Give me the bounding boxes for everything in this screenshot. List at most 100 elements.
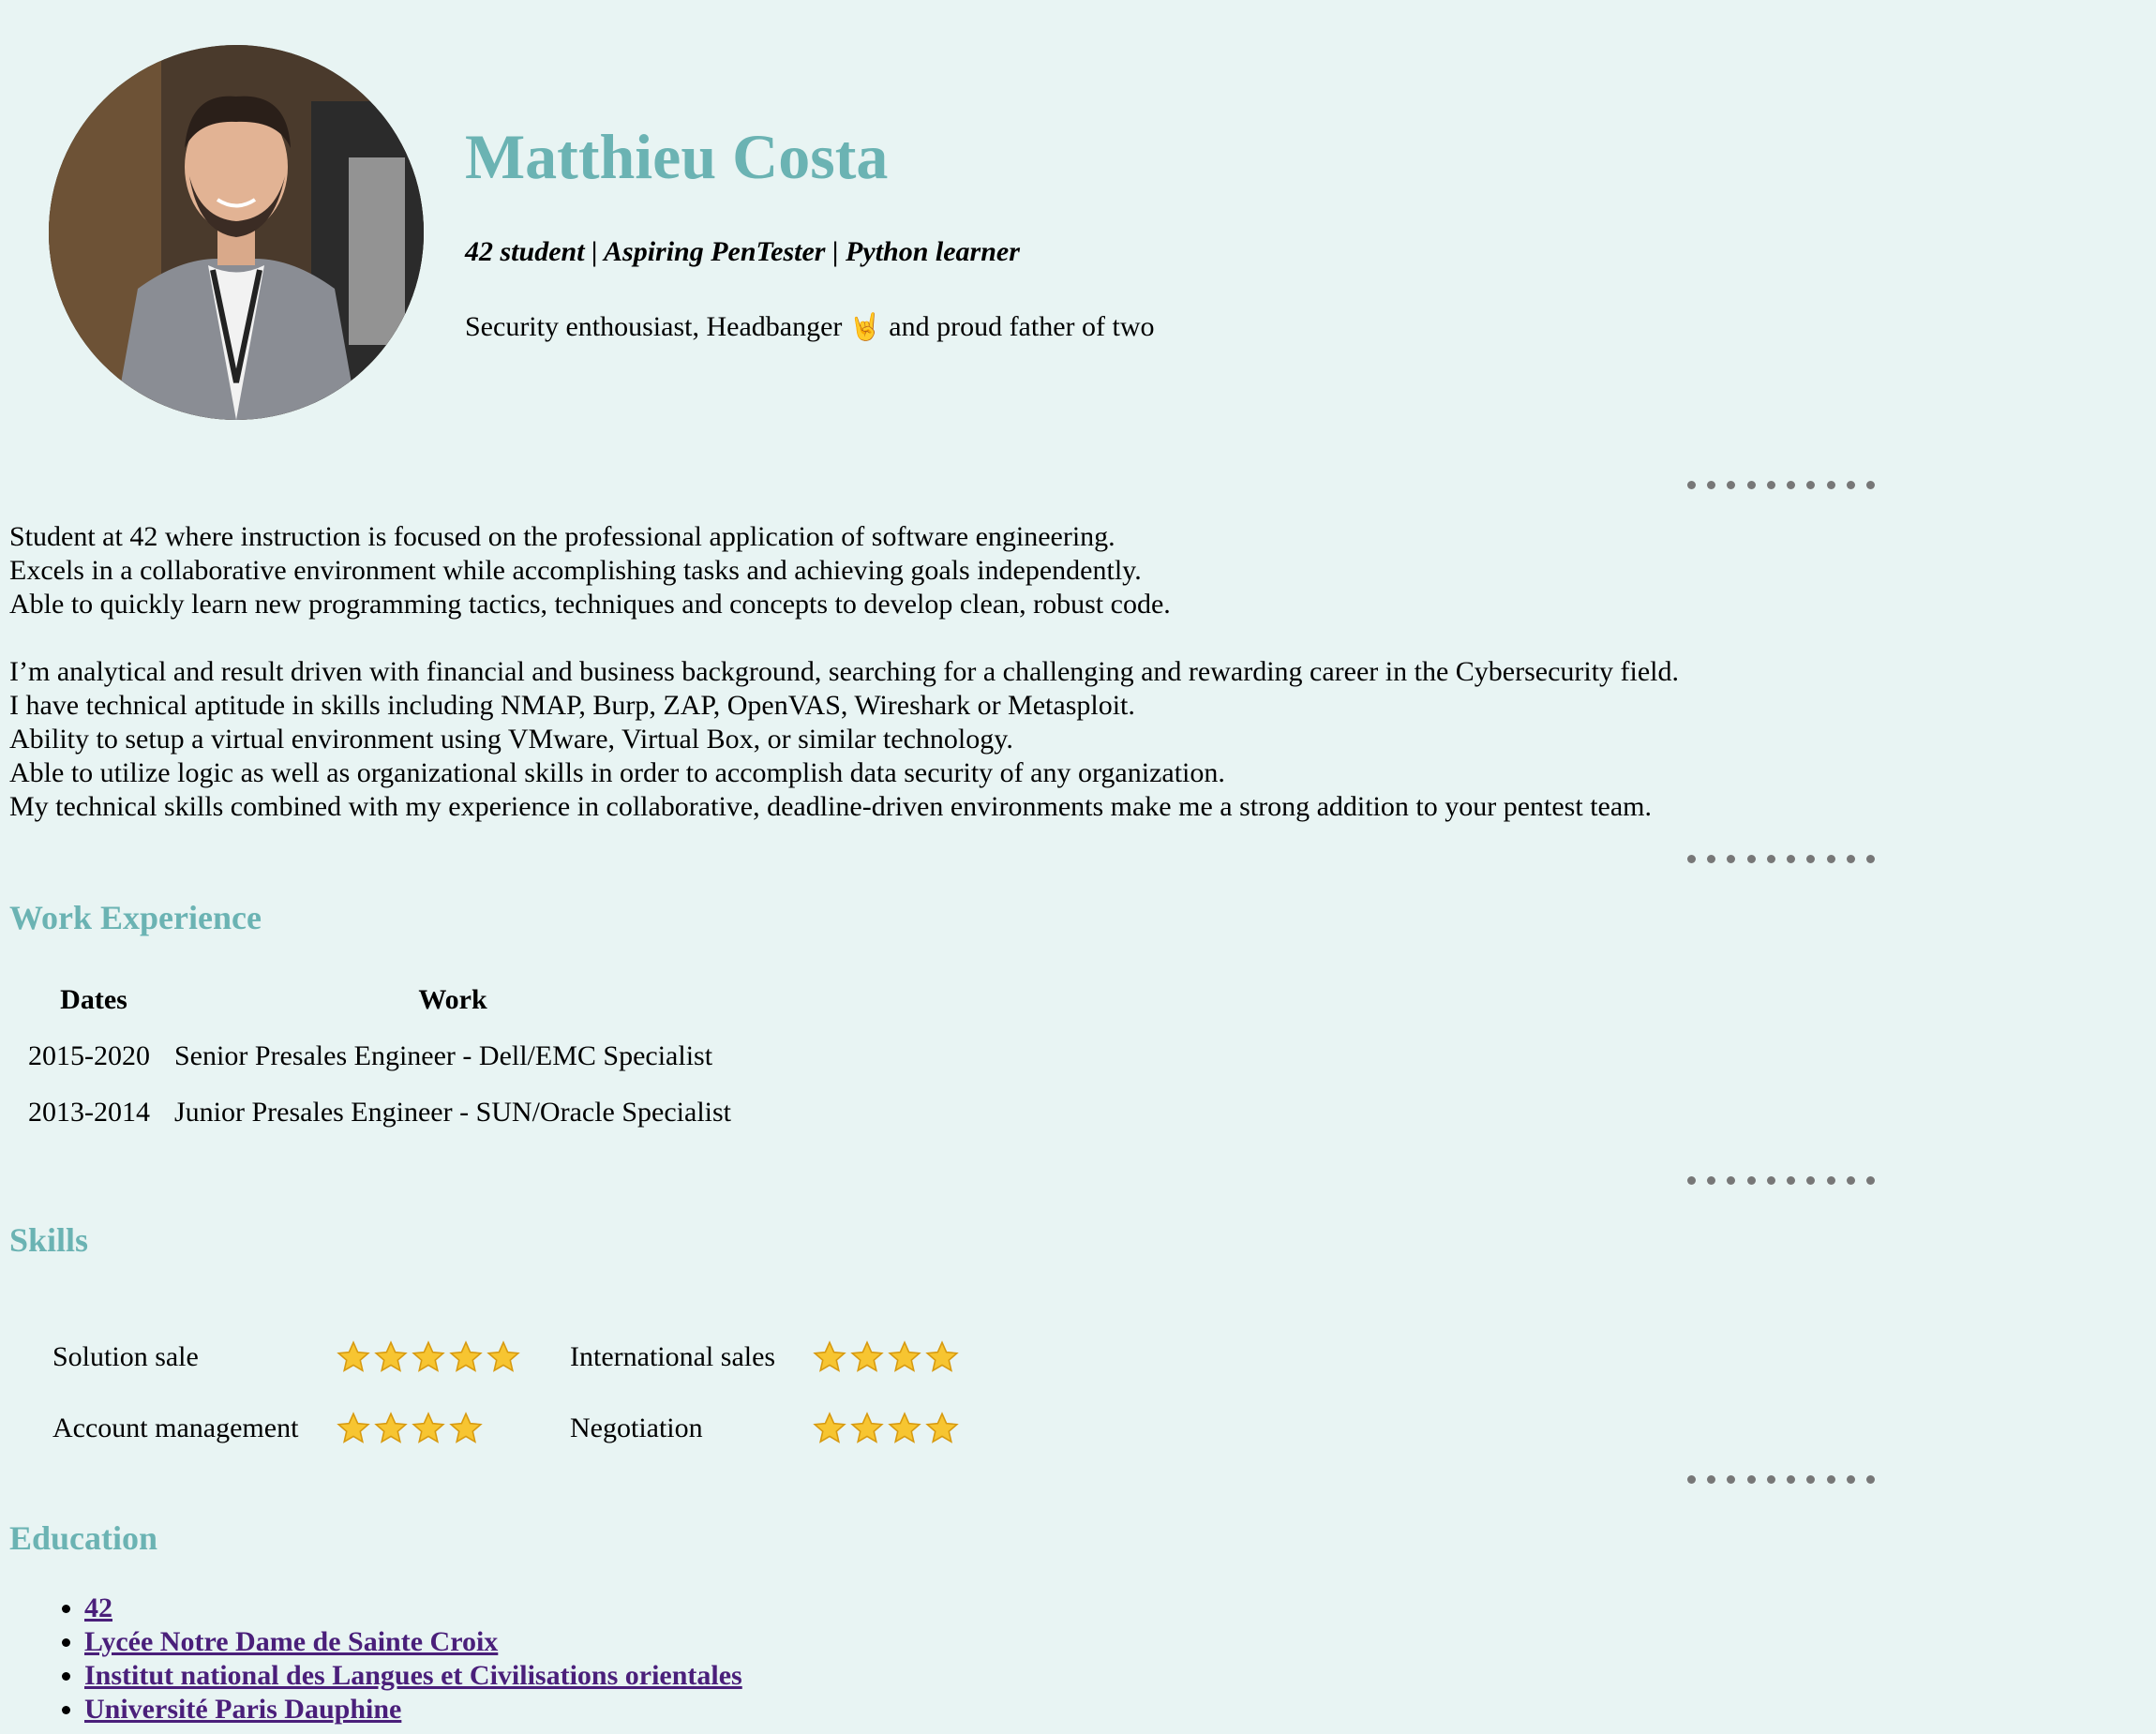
list-item: Institut national des Langues et Civilis…: [84, 1659, 742, 1693]
profile-tagline: 42 student | Aspiring PenTester | Python…: [465, 235, 1020, 267]
table-header-row: Dates Work: [19, 984, 737, 1033]
separator-dot: [1727, 481, 1736, 489]
star-icon: [337, 1412, 370, 1443]
about-line: My technical skills combined with my exp…: [9, 791, 1652, 822]
work-role: Junior Presales Engineer - SUN/Oracle Sp…: [174, 1097, 732, 1128]
separator-dot: [1846, 481, 1855, 489]
separator-dot: [1707, 855, 1716, 863]
about-paragraph-1: Student at 42 where instruction is focus…: [9, 520, 1171, 621]
education-heading: Education: [9, 1519, 158, 1557]
separator-dot: [1865, 1176, 1875, 1185]
about-line: I’m analytical and result driven with fi…: [9, 656, 1680, 687]
list-item: Lycée Notre Dame de Sainte Croix: [84, 1625, 742, 1659]
separator-dot: [1826, 1475, 1835, 1484]
about-line: I have technical aptitude in skills incl…: [9, 690, 1135, 721]
separator-dot: [1826, 1176, 1835, 1185]
star-icon: [925, 1340, 959, 1372]
education-link-dauphine[interactable]: Université Paris Dauphine: [84, 1694, 401, 1725]
star-icon: [850, 1340, 884, 1372]
about-line: Able to quickly learn new programming ta…: [9, 589, 1171, 620]
separator-dot: [1687, 481, 1696, 489]
list-item: 42: [84, 1592, 742, 1625]
skill-name: Negotiation: [570, 1413, 703, 1443]
separator-dot: [1865, 481, 1875, 489]
separator-dot: [1707, 1176, 1716, 1185]
star-icon: [374, 1412, 408, 1443]
separator-dot: [1766, 481, 1775, 489]
star-icon: [337, 1340, 370, 1372]
separator-dot: [1766, 1176, 1775, 1185]
star-icon: [925, 1412, 959, 1443]
skill-name: International sales: [570, 1341, 776, 1372]
separator-dot: [1865, 1475, 1875, 1484]
work-experience-table: Dates Work 2015-2020 Senior Presales Eng…: [19, 984, 737, 1145]
separator-dot: [1727, 1176, 1736, 1185]
profile-bio-text: Security enthousiast, Headbanger: [465, 310, 843, 342]
profile-photo-illustration: [49, 45, 424, 420]
education-link-lycee[interactable]: Lycée Notre Dame de Sainte Croix: [84, 1626, 498, 1657]
profile-header: Matthieu Costa 42 student | Aspiring Pen…: [465, 122, 1155, 344]
section-separator: [1687, 1475, 1875, 1484]
work-role: Senior Presales Engineer - Dell/EMC Spec…: [174, 1040, 713, 1071]
profile-bio-text-end: and proud father of two: [889, 310, 1155, 342]
star-icon: [813, 1340, 846, 1372]
table-row: 2015-2020 Senior Presales Engineer - Del…: [19, 1033, 737, 1089]
separator-dot: [1787, 1176, 1796, 1185]
separator-dot: [1707, 1475, 1716, 1484]
table-row: 2013-2014 Junior Presales Engineer - SUN…: [19, 1089, 737, 1145]
education-link-inalco[interactable]: Institut national des Langues et Civilis…: [84, 1660, 742, 1691]
separator-dot: [1746, 1176, 1756, 1185]
separator-dot: [1826, 855, 1835, 863]
about-line: Able to utilize logic as well as organiz…: [9, 757, 1225, 788]
education-link-42[interactable]: 42: [84, 1592, 112, 1623]
separator-dot: [1746, 855, 1756, 863]
separator-dot: [1766, 1475, 1775, 1484]
skill-name: Solution sale: [52, 1341, 199, 1372]
work-experience-heading: Work Experience: [9, 899, 262, 936]
star-icon: [487, 1340, 520, 1372]
skill-rating: [336, 1339, 570, 1375]
section-separator: [1687, 481, 1875, 489]
separator-dot: [1746, 1475, 1756, 1484]
skill-rating: [812, 1411, 1046, 1446]
section-separator: [1687, 855, 1875, 863]
section-separator: [1687, 1176, 1875, 1185]
star-icon: [850, 1412, 884, 1443]
about-paragraph-2: I’m analytical and result driven with fi…: [9, 655, 1679, 824]
star-icon: [449, 1340, 483, 1372]
profile-name: Matthieu Costa: [465, 121, 889, 192]
separator-dot: [1707, 481, 1716, 489]
separator-dot: [1746, 481, 1756, 489]
skills-heading: Skills: [9, 1221, 89, 1259]
separator-dot: [1865, 855, 1875, 863]
profile-photo: [49, 45, 424, 420]
list-item: Université Paris Dauphine: [84, 1693, 742, 1727]
column-header-work: Work: [418, 984, 487, 1015]
separator-dot: [1846, 1176, 1855, 1185]
work-dates: 2013-2014: [28, 1097, 150, 1128]
about-line: Ability to setup a virtual environment u…: [9, 724, 1013, 755]
separator-dot: [1806, 481, 1816, 489]
skill-name: Account management: [52, 1413, 299, 1443]
skills-grid: Solution sale International sales Accoun…: [52, 1322, 1046, 1464]
star-icon: [888, 1412, 921, 1443]
star-icon: [374, 1340, 408, 1372]
skill-rating: [336, 1411, 570, 1446]
separator-dot: [1846, 855, 1855, 863]
separator-dot: [1806, 1475, 1816, 1484]
about-line: Student at 42 where instruction is focus…: [9, 521, 1115, 552]
separator-dot: [1787, 855, 1796, 863]
separator-dot: [1826, 481, 1835, 489]
star-icon: [449, 1412, 483, 1443]
skill-row: Account management Negotiation: [52, 1393, 1046, 1464]
separator-dot: [1806, 855, 1816, 863]
star-icon: [412, 1340, 445, 1372]
skill-row: Solution sale International sales: [52, 1322, 1046, 1393]
separator-dot: [1787, 481, 1796, 489]
separator-dot: [1846, 1475, 1855, 1484]
rock-hand-icon: 🤘: [848, 312, 882, 342]
star-icon: [412, 1412, 445, 1443]
separator-dot: [1766, 855, 1775, 863]
separator-dot: [1687, 1176, 1696, 1185]
about-line: Excels in a collaborative environment wh…: [9, 555, 1142, 586]
